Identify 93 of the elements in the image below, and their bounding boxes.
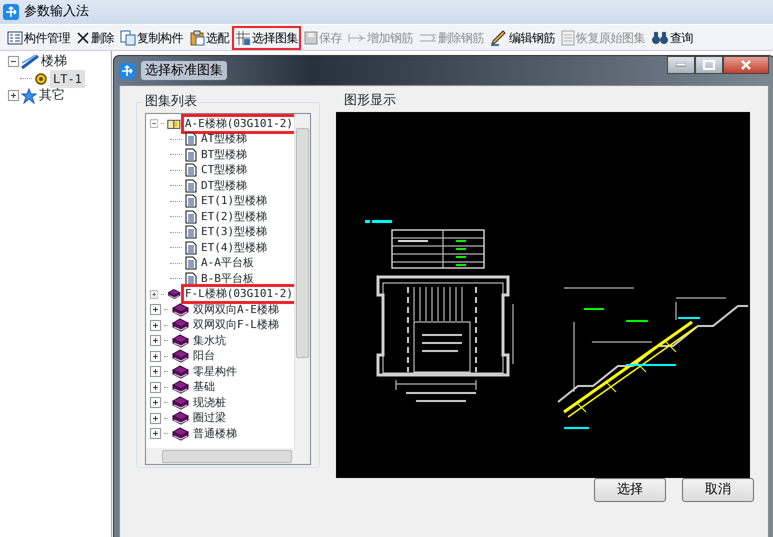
tree-item[interactable]: 其它 <box>39 86 65 106</box>
expand-icon[interactable] <box>150 397 161 408</box>
atlas-item[interactable]: AT型楼梯 <box>200 132 248 146</box>
expand-icon[interactable] <box>150 350 161 362</box>
atlas-item[interactable]: 双网双向A-E楼梯 <box>192 302 280 317</box>
expand-icon[interactable] <box>8 90 19 101</box>
star-icon <box>21 88 37 104</box>
grid-icon <box>235 30 251 46</box>
closed-book-icon <box>171 349 189 364</box>
document-icon <box>185 256 197 270</box>
toolbar-button[interactable]: 编辑钢筋 <box>487 26 558 50</box>
close-icon <box>740 60 752 70</box>
toolbar-button[interactable]: 选配 <box>186 26 232 50</box>
closed-book-icon <box>171 396 189 410</box>
document-icon <box>185 148 197 162</box>
horizontal-scrollbar[interactable] <box>146 448 310 464</box>
atlas-item[interactable]: 阳台 <box>192 349 216 364</box>
collapse-icon[interactable] <box>150 118 158 130</box>
document-icon <box>185 178 197 193</box>
closed-book-icon <box>171 380 189 394</box>
tree-item[interactable]: 楼梯 <box>41 52 67 72</box>
document-icon <box>185 132 197 146</box>
minimize-icon <box>676 63 686 67</box>
atlas-item[interactable]: ET(3)型楼梯 <box>200 225 268 240</box>
minimize-button[interactable] <box>667 56 695 74</box>
stair-icon <box>21 54 39 70</box>
atlas-item[interactable]: F-L楼梯(03G101-2) <box>184 287 294 302</box>
group-title: 图形显示 <box>342 93 398 109</box>
atlas-item[interactable]: DT型楼梯 <box>200 178 248 193</box>
toolbar-button[interactable]: 选择图集 <box>232 26 301 50</box>
group-title: 图集列表 <box>143 94 199 110</box>
atlas-item[interactable]: 集水坑 <box>192 334 227 348</box>
app-icon <box>119 62 135 78</box>
toolbar-button[interactable]: 复制构件 <box>117 26 186 50</box>
expand-icon[interactable] <box>150 382 161 393</box>
closed-book-icon <box>171 364 189 379</box>
atlas-item[interactable]: B-B平台板 <box>200 272 255 286</box>
document-icon <box>185 240 197 255</box>
atlas-tree[interactable]: A-E楼梯(03G101-2) AT型楼梯 BT型楼梯 CT型楼梯 DT型楼梯 ET(1)型楼梯 ET(2)型楼梯 ET(3)型楼梯 ET(4)型楼梯 A-A平台板 B-B平台板 F-L楼梯(03G101-2) 双网双向A-E楼梯 双网双向F-L楼梯 集水坑 阳台 零星构件 基础 现浇桩 圈过梁 普通楼梯 <box>145 113 311 465</box>
list-icon <box>7 30 23 44</box>
closed-book-icon <box>171 334 189 348</box>
expand-icon[interactable] <box>150 366 161 378</box>
delete-icon <box>76 30 90 44</box>
document-icon <box>561 30 575 46</box>
atlas-item[interactable]: 圈过梁 <box>192 411 227 426</box>
atlas-item[interactable]: A-E楼梯(03G101-2) <box>184 116 294 131</box>
document-icon <box>185 225 197 240</box>
dialog-button[interactable]: 取消 <box>682 478 754 502</box>
atlas-item[interactable]: 基础 <box>192 380 216 394</box>
toolbar-button[interactable]: 构件管理 <box>4 26 73 50</box>
save-icon <box>304 30 318 44</box>
gear-icon <box>34 72 48 86</box>
atlas-item[interactable]: 普通楼梯 <box>192 426 238 441</box>
atlas-item[interactable]: ET(2)型楼梯 <box>200 210 268 224</box>
binoculars-icon <box>651 30 669 44</box>
close-button[interactable] <box>723 56 769 74</box>
atlas-item[interactable]: CT型楼梯 <box>200 163 248 178</box>
expand-icon[interactable] <box>150 428 161 440</box>
closed-book-icon <box>171 302 189 317</box>
document-icon <box>185 210 197 224</box>
atlas-item[interactable]: BT型楼梯 <box>200 148 248 162</box>
copy-icon <box>120 30 136 46</box>
pencil-icon <box>490 30 508 46</box>
closed-book-icon <box>167 287 181 302</box>
toolbar-button[interactable]: 删除 <box>73 26 117 50</box>
closed-book-icon <box>171 318 189 332</box>
window-title: 参数输入法 <box>24 3 89 22</box>
tree-item[interactable]: LT-1 <box>50 70 85 88</box>
atlas-item[interactable]: A-A平台板 <box>200 256 255 270</box>
closed-book-icon <box>171 411 189 426</box>
expand-icon[interactable] <box>150 288 158 300</box>
collapse-icon[interactable] <box>8 56 19 67</box>
atlas-item[interactable]: ET(1)型楼梯 <box>200 194 268 208</box>
app-icon <box>3 4 19 20</box>
expand-icon[interactable] <box>150 320 161 331</box>
maximize-icon <box>703 60 715 70</box>
toolbar-button[interactable]: 查询 <box>648 26 696 50</box>
clipboard-icon <box>189 30 205 46</box>
document-icon <box>185 163 197 178</box>
expand-icon[interactable] <box>150 304 161 316</box>
atlas-item[interactable]: 双网双向F-L楼梯 <box>192 318 280 332</box>
dialog-button[interactable]: 选择 <box>594 478 666 502</box>
closed-book-icon <box>171 426 189 441</box>
maximize-button[interactable] <box>695 56 723 74</box>
atlas-item[interactable]: 零星构件 <box>192 364 238 379</box>
expand-icon[interactable] <box>150 335 161 346</box>
dialog-title: 选择标准图集 <box>141 60 227 80</box>
atlas-item[interactable]: ET(4)型楼梯 <box>200 240 268 255</box>
document-icon <box>185 194 197 208</box>
document-icon <box>185 272 197 286</box>
atlas-item[interactable]: 现浇桩 <box>192 396 227 410</box>
vertical-scrollbar[interactable] <box>294 114 310 448</box>
expand-icon[interactable] <box>150 412 161 424</box>
